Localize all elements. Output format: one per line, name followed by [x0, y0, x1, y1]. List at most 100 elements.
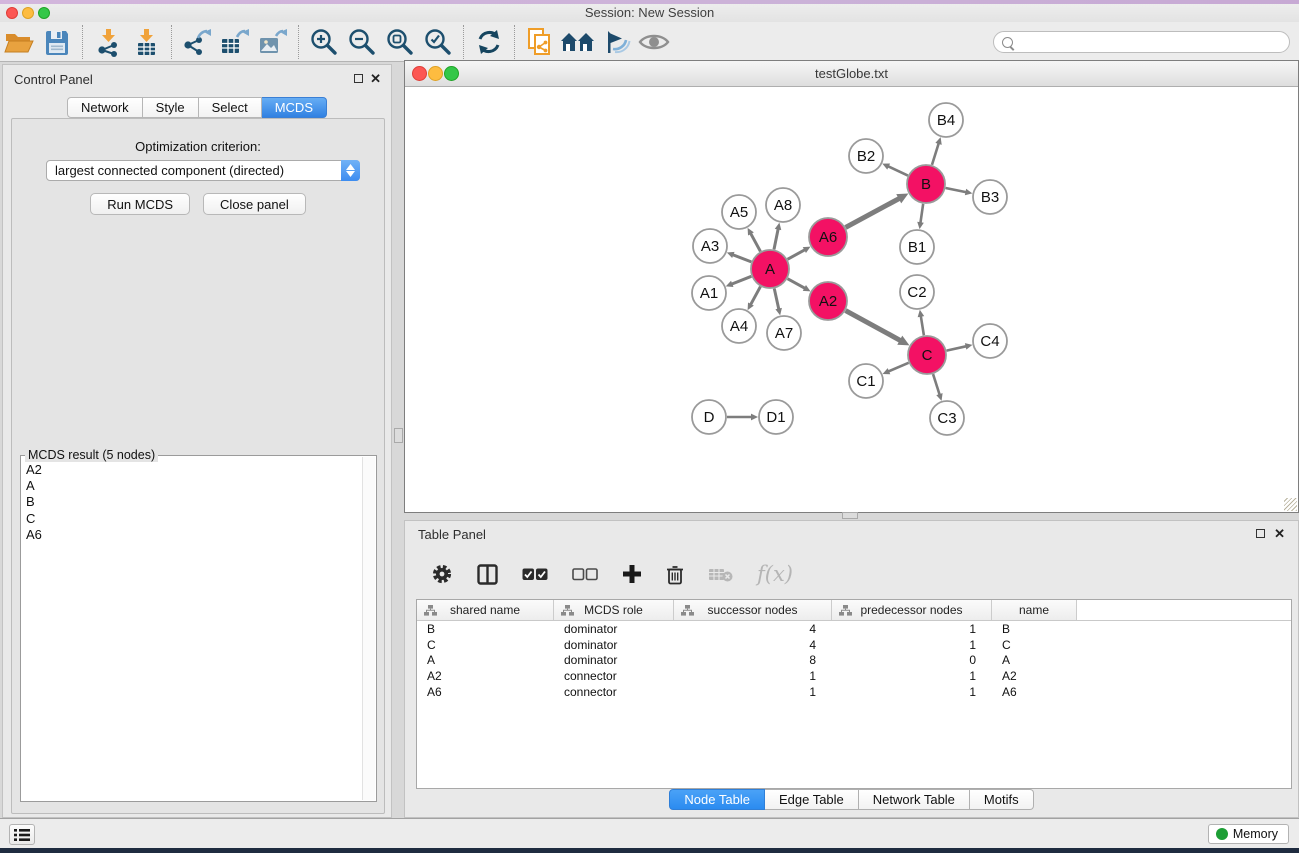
edge-C-C4[interactable]	[947, 343, 973, 350]
column-header-successor-nodes[interactable]: successor nodes	[674, 600, 832, 620]
column-header-name[interactable]: name	[992, 600, 1077, 620]
table-cell[interactable]: A6	[992, 685, 1077, 699]
edge-A-A3[interactable]	[727, 252, 752, 262]
open-network-document-icon[interactable]	[521, 25, 559, 59]
edge-A-A7[interactable]	[774, 289, 782, 316]
vertical-splitter-handle[interactable]	[394, 428, 403, 443]
table-cell[interactable]: A2	[417, 669, 554, 683]
float-panel-icon[interactable]	[354, 74, 363, 83]
node-A8[interactable]: A8	[766, 188, 800, 222]
edge-C-C3[interactable]	[933, 374, 943, 401]
table-cell[interactable]: 4	[674, 622, 832, 636]
select-all-icon[interactable]	[522, 568, 548, 581]
table-cell[interactable]: C	[417, 638, 554, 652]
table-row[interactable]: Cdominator41C	[417, 637, 1291, 653]
edge-D-D1[interactable]	[727, 414, 758, 421]
table-cell[interactable]: B	[992, 622, 1077, 636]
table-cell[interactable]: 0	[832, 653, 992, 667]
node-D1[interactable]: D1	[759, 400, 793, 434]
delete-row-icon[interactable]	[666, 564, 684, 585]
tab-node-table[interactable]: Node Table	[669, 789, 765, 810]
horizontal-splitter-handle[interactable]	[842, 512, 858, 519]
edge-C-C1[interactable]	[883, 363, 909, 374]
table-row[interactable]: Adominator80A	[417, 652, 1291, 668]
table-cell[interactable]: C	[992, 638, 1077, 652]
export-image-icon[interactable]	[254, 25, 292, 59]
search-input[interactable]	[1018, 35, 1289, 50]
open-session-icon[interactable]	[0, 25, 38, 59]
minimize-traffic-light[interactable]	[22, 7, 34, 19]
run-mcds-button[interactable]: Run MCDS	[90, 193, 190, 215]
zoom-traffic-light[interactable]	[38, 7, 50, 19]
edge-B-B2[interactable]	[882, 164, 908, 176]
table-row[interactable]: A2connector11A2	[417, 668, 1291, 684]
result-item[interactable]: A	[26, 478, 361, 494]
zoom-selected-icon[interactable]	[419, 25, 457, 59]
memory-button[interactable]: Memory	[1208, 824, 1289, 844]
node-A[interactable]: A	[751, 250, 789, 288]
table-cell[interactable]: A2	[992, 669, 1077, 683]
edge-A-A8[interactable]	[774, 223, 781, 250]
node-C4[interactable]: C4	[973, 324, 1007, 358]
edge-A-A6[interactable]	[788, 247, 811, 260]
tab-select[interactable]: Select	[199, 97, 262, 118]
node-C1[interactable]: C1	[849, 364, 883, 398]
edge-C-C2[interactable]	[918, 310, 925, 335]
table-cell[interactable]: A	[417, 653, 554, 667]
edge-A-A4[interactable]	[748, 287, 761, 311]
table-cell[interactable]: dominator	[554, 622, 674, 636]
result-item[interactable]: C	[26, 511, 361, 527]
node-B2[interactable]: B2	[849, 139, 883, 173]
node-B[interactable]: B	[907, 165, 945, 203]
close-panel-button[interactable]: Close panel	[203, 193, 306, 215]
table-row[interactable]: A6connector11A6	[417, 684, 1291, 700]
deselect-all-icon[interactable]	[572, 568, 598, 581]
table-cell[interactable]: 1	[832, 685, 992, 699]
table-cell[interactable]: 1	[832, 669, 992, 683]
table-cell[interactable]: 1	[832, 638, 992, 652]
node-B3[interactable]: B3	[973, 180, 1007, 214]
result-scrollbar[interactable]	[362, 457, 375, 800]
table-float-panel-icon[interactable]	[1256, 529, 1265, 538]
node-A5[interactable]: A5	[722, 195, 756, 229]
table-cell[interactable]: dominator	[554, 653, 674, 667]
table-cell[interactable]: 1	[674, 669, 832, 683]
task-history-button[interactable]	[9, 824, 35, 845]
node-B4[interactable]: B4	[929, 103, 963, 137]
table-cell[interactable]: 1	[674, 685, 832, 699]
node-table[interactable]: shared nameMCDS rolesuccessor nodesprede…	[416, 599, 1292, 789]
zoom-in-icon[interactable]	[305, 25, 343, 59]
eye-icon[interactable]	[635, 25, 673, 59]
edge-A2-C[interactable]	[846, 311, 910, 346]
mcds-result-list[interactable]: A2ABCA6	[22, 458, 361, 800]
node-A2[interactable]: A2	[809, 282, 847, 320]
table-cell[interactable]: connector	[554, 669, 674, 683]
table-cell[interactable]: 4	[674, 638, 832, 652]
result-item[interactable]: A2	[26, 462, 361, 478]
node-A3[interactable]: A3	[693, 229, 727, 263]
table-cell[interactable]: dominator	[554, 638, 674, 652]
edge-B-B3[interactable]	[946, 188, 973, 195]
zoom-out-icon[interactable]	[343, 25, 381, 59]
edge-A6-B[interactable]	[846, 194, 909, 228]
import-network-icon[interactable]	[89, 25, 127, 59]
hide-graphics-details-icon[interactable]	[597, 25, 635, 59]
show-columns-icon[interactable]	[477, 564, 498, 585]
zoom-fit-icon[interactable]	[381, 25, 419, 59]
tab-network[interactable]: Network	[67, 97, 143, 118]
column-header-predecessor-nodes[interactable]: predecessor nodes	[832, 600, 992, 620]
tab-motifs[interactable]: Motifs	[970, 789, 1034, 810]
table-cell[interactable]: 8	[674, 653, 832, 667]
node-C[interactable]: C	[908, 336, 946, 374]
import-table-icon[interactable]	[127, 25, 165, 59]
node-C2[interactable]: C2	[900, 275, 934, 309]
tab-mcds[interactable]: MCDS	[262, 97, 327, 118]
table-cell[interactable]: connector	[554, 685, 674, 699]
edge-A-A2[interactable]	[788, 279, 811, 292]
edge-A-A5[interactable]	[748, 228, 761, 252]
node-B1[interactable]: B1	[900, 230, 934, 264]
table-close-panel-icon[interactable]: ✕	[1274, 529, 1285, 538]
node-A1[interactable]: A1	[692, 276, 726, 310]
close-traffic-light[interactable]	[6, 7, 18, 19]
node-A4[interactable]: A4	[722, 309, 756, 343]
